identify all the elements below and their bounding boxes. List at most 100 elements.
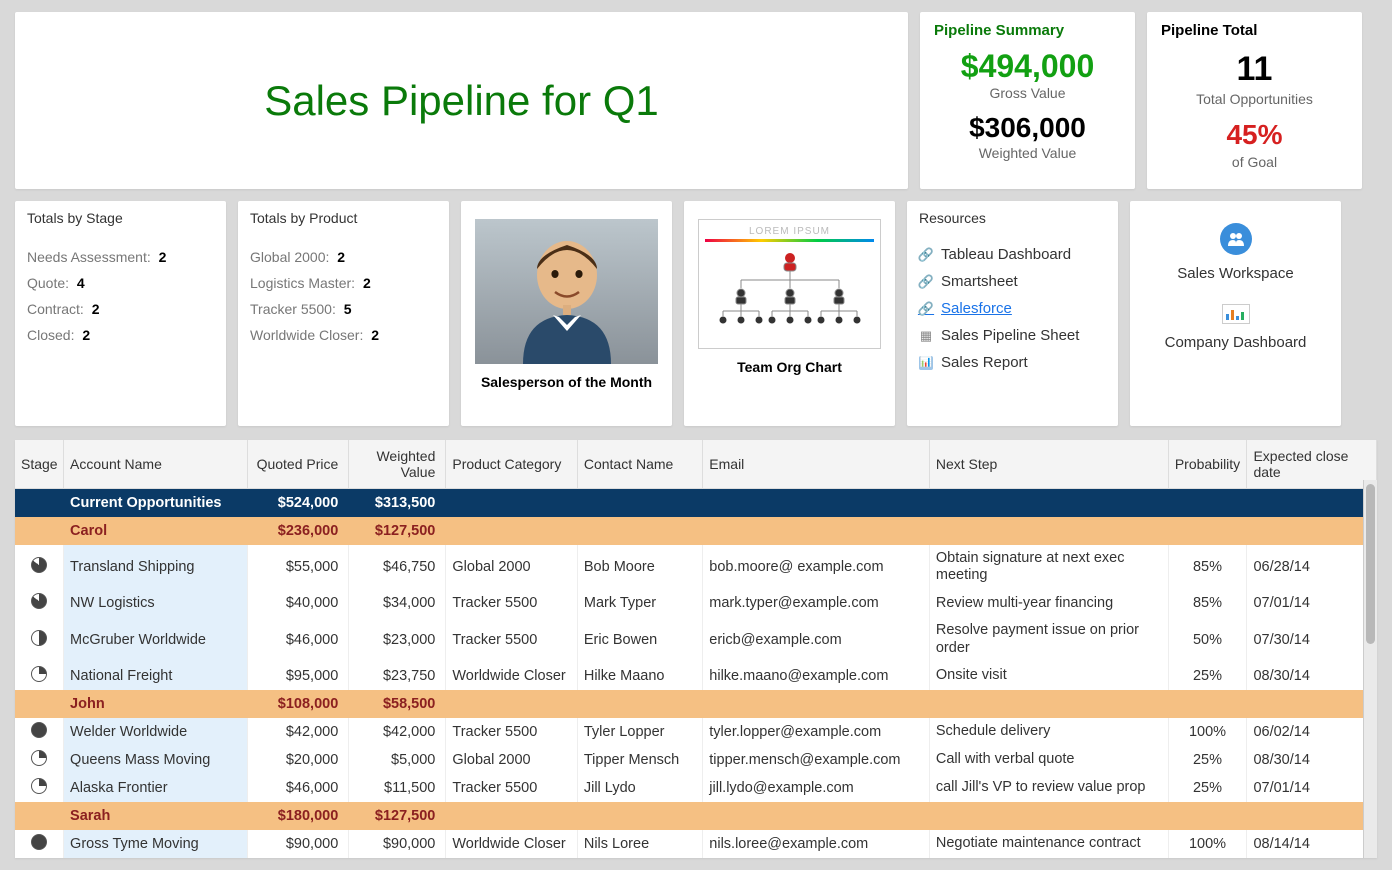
- link-icon: 🔗: [919, 302, 933, 316]
- weighted-value: $11,500: [349, 774, 446, 802]
- dashboard-icon[interactable]: [1222, 304, 1250, 324]
- stage-value: 2: [82, 327, 90, 343]
- table-row[interactable]: Transland Shipping $55,000 $46,750 Globa…: [15, 545, 1377, 590]
- product-row: Tracker 5500: 5: [250, 301, 437, 317]
- column-header[interactable]: Contact Name: [577, 440, 702, 489]
- probability: 100%: [1168, 718, 1247, 746]
- resource-label: Sales Pipeline Sheet: [941, 327, 1079, 344]
- stage-pie-icon: [31, 593, 47, 609]
- summary-title: Pipeline Summary: [934, 22, 1121, 39]
- next-step: Call with verbal quote: [929, 746, 1168, 774]
- total-count-label: Total Opportunities: [1161, 91, 1348, 107]
- total-title: Pipeline Total: [1161, 22, 1348, 39]
- account-name: National Freight: [64, 662, 248, 690]
- column-header[interactable]: Next Step: [929, 440, 1168, 489]
- table-row[interactable]: National Freight $95,000 $23,750 Worldwi…: [15, 662, 1377, 690]
- close-date: 07/30/14: [1247, 617, 1377, 662]
- product-category: Tracker 5500: [446, 589, 577, 617]
- next-step: Review multi-year financing: [929, 589, 1168, 617]
- email: ericb@example.com: [703, 617, 930, 662]
- totals-by-stage-card: Totals by Stage Needs Assessment: 2Quote…: [15, 201, 226, 426]
- table-row[interactable]: Sarah$180,000$127,500: [15, 802, 1377, 830]
- rep-weighted: $127,500: [349, 517, 446, 545]
- section-name: Current Opportunities: [64, 489, 248, 517]
- org-chart-card[interactable]: LOREM IPSUM: [684, 201, 895, 426]
- product-category: Tracker 5500: [446, 774, 577, 802]
- contact-name: Nils Loree: [577, 830, 702, 858]
- stage-pie-icon: [31, 557, 47, 573]
- resource-item[interactable]: 🔗Tableau Dashboard: [919, 241, 1106, 268]
- table-row[interactable]: John$108,000$58,500: [15, 690, 1377, 718]
- quoted-price: $95,000: [248, 662, 349, 690]
- resource-item[interactable]: 🔗Salesforce: [919, 295, 1106, 322]
- next-step: Resolve payment issue on prior order: [929, 617, 1168, 662]
- quoted-price: $55,000: [248, 545, 349, 590]
- table-row[interactable]: Alaska Frontier $46,000 $11,500 Tracker …: [15, 774, 1377, 802]
- column-header[interactable]: Account Name: [64, 440, 248, 489]
- weighted-value: $90,000: [349, 830, 446, 858]
- workspace-label-1[interactable]: Sales Workspace: [1144, 265, 1327, 282]
- email: jill.lydo@example.com: [703, 774, 930, 802]
- workspace-card: Sales Workspace Company Dashboard: [1130, 201, 1341, 426]
- weighted-value: $34,000: [349, 589, 446, 617]
- workspace-label-2[interactable]: Company Dashboard: [1144, 334, 1327, 351]
- account-name: Alaska Frontier: [64, 774, 248, 802]
- table-scrollthumb[interactable]: [1366, 484, 1375, 644]
- opportunities-table: StageAccount NameQuoted PriceWeighted Va…: [15, 440, 1377, 858]
- column-header[interactable]: Stage: [15, 440, 64, 489]
- column-header[interactable]: Quoted Price: [248, 440, 349, 489]
- probability: 25%: [1168, 746, 1247, 774]
- goal-label: of Goal: [1161, 154, 1348, 170]
- product-label: Global 2000:: [250, 249, 329, 265]
- product-value: 2: [363, 275, 371, 291]
- resource-item[interactable]: 📊Sales Report: [919, 349, 1106, 376]
- workspace-icon[interactable]: [1220, 223, 1252, 255]
- product-card-title: Totals by Product: [238, 201, 449, 235]
- product-category: Tracker 5500: [446, 617, 577, 662]
- table-row[interactable]: Queens Mass Moving $20,000 $5,000 Global…: [15, 746, 1377, 774]
- table-row[interactable]: Gross Tyme Moving $90,000 $90,000 Worldw…: [15, 830, 1377, 858]
- contact-name: Eric Bowen: [577, 617, 702, 662]
- close-date: 08/30/14: [1247, 662, 1377, 690]
- stage-label: Needs Assessment:: [27, 249, 151, 265]
- weighted-value: $46,750: [349, 545, 446, 590]
- email: hilke.maano@example.com: [703, 662, 930, 690]
- probability: 25%: [1168, 662, 1247, 690]
- page-title: Sales Pipeline for Q1: [264, 77, 659, 125]
- resource-item[interactable]: ▦Sales Pipeline Sheet: [919, 322, 1106, 349]
- column-header[interactable]: Weighted Value: [349, 440, 446, 489]
- table-row[interactable]: Carol$236,000$127,500: [15, 517, 1377, 545]
- product-category: Tracker 5500: [446, 718, 577, 746]
- stage-card-title: Totals by Stage: [15, 201, 226, 235]
- rep-quoted: $108,000: [248, 690, 349, 718]
- salesperson-photo: [475, 219, 658, 364]
- table-row[interactable]: Current Opportunities$524,000$313,500: [15, 489, 1377, 517]
- column-header[interactable]: Probability: [1168, 440, 1247, 489]
- resource-item[interactable]: 🔗Smartsheet: [919, 268, 1106, 295]
- column-header[interactable]: Expected close date: [1247, 440, 1377, 489]
- salesperson-label: Salesperson of the Month: [475, 374, 658, 390]
- org-chart-image: LOREM IPSUM: [698, 219, 881, 349]
- link-icon: 🔗: [919, 248, 933, 262]
- table-row[interactable]: McGruber Worldwide $46,000 $23,000 Track…: [15, 617, 1377, 662]
- contact-name: Jill Lydo: [577, 774, 702, 802]
- rep-name: Sarah: [64, 802, 248, 830]
- table-row[interactable]: Welder Worldwide $42,000 $42,000 Tracker…: [15, 718, 1377, 746]
- contact-name: Mark Typer: [577, 589, 702, 617]
- salesperson-card[interactable]: Salesperson of the Month: [461, 201, 672, 426]
- stage-row: Contract: 2: [27, 301, 214, 317]
- probability: 100%: [1168, 830, 1247, 858]
- column-header[interactable]: Email: [703, 440, 930, 489]
- table-scrollbar[interactable]: [1363, 480, 1377, 858]
- quoted-price: $46,000: [248, 617, 349, 662]
- stage-pie-icon: [31, 630, 47, 646]
- table-row[interactable]: NW Logistics $40,000 $34,000 Tracker 550…: [15, 589, 1377, 617]
- close-date: 08/14/14: [1247, 830, 1377, 858]
- column-header[interactable]: Product Category: [446, 440, 577, 489]
- contact-name: Hilke Maano: [577, 662, 702, 690]
- pipeline-total-card: Pipeline Total 11 Total Opportunities 45…: [1147, 12, 1362, 189]
- org-placeholder: LOREM IPSUM: [705, 226, 874, 237]
- close-date: 07/01/14: [1247, 774, 1377, 802]
- rep-name: John: [64, 690, 248, 718]
- product-row: Global 2000: 2: [250, 249, 437, 265]
